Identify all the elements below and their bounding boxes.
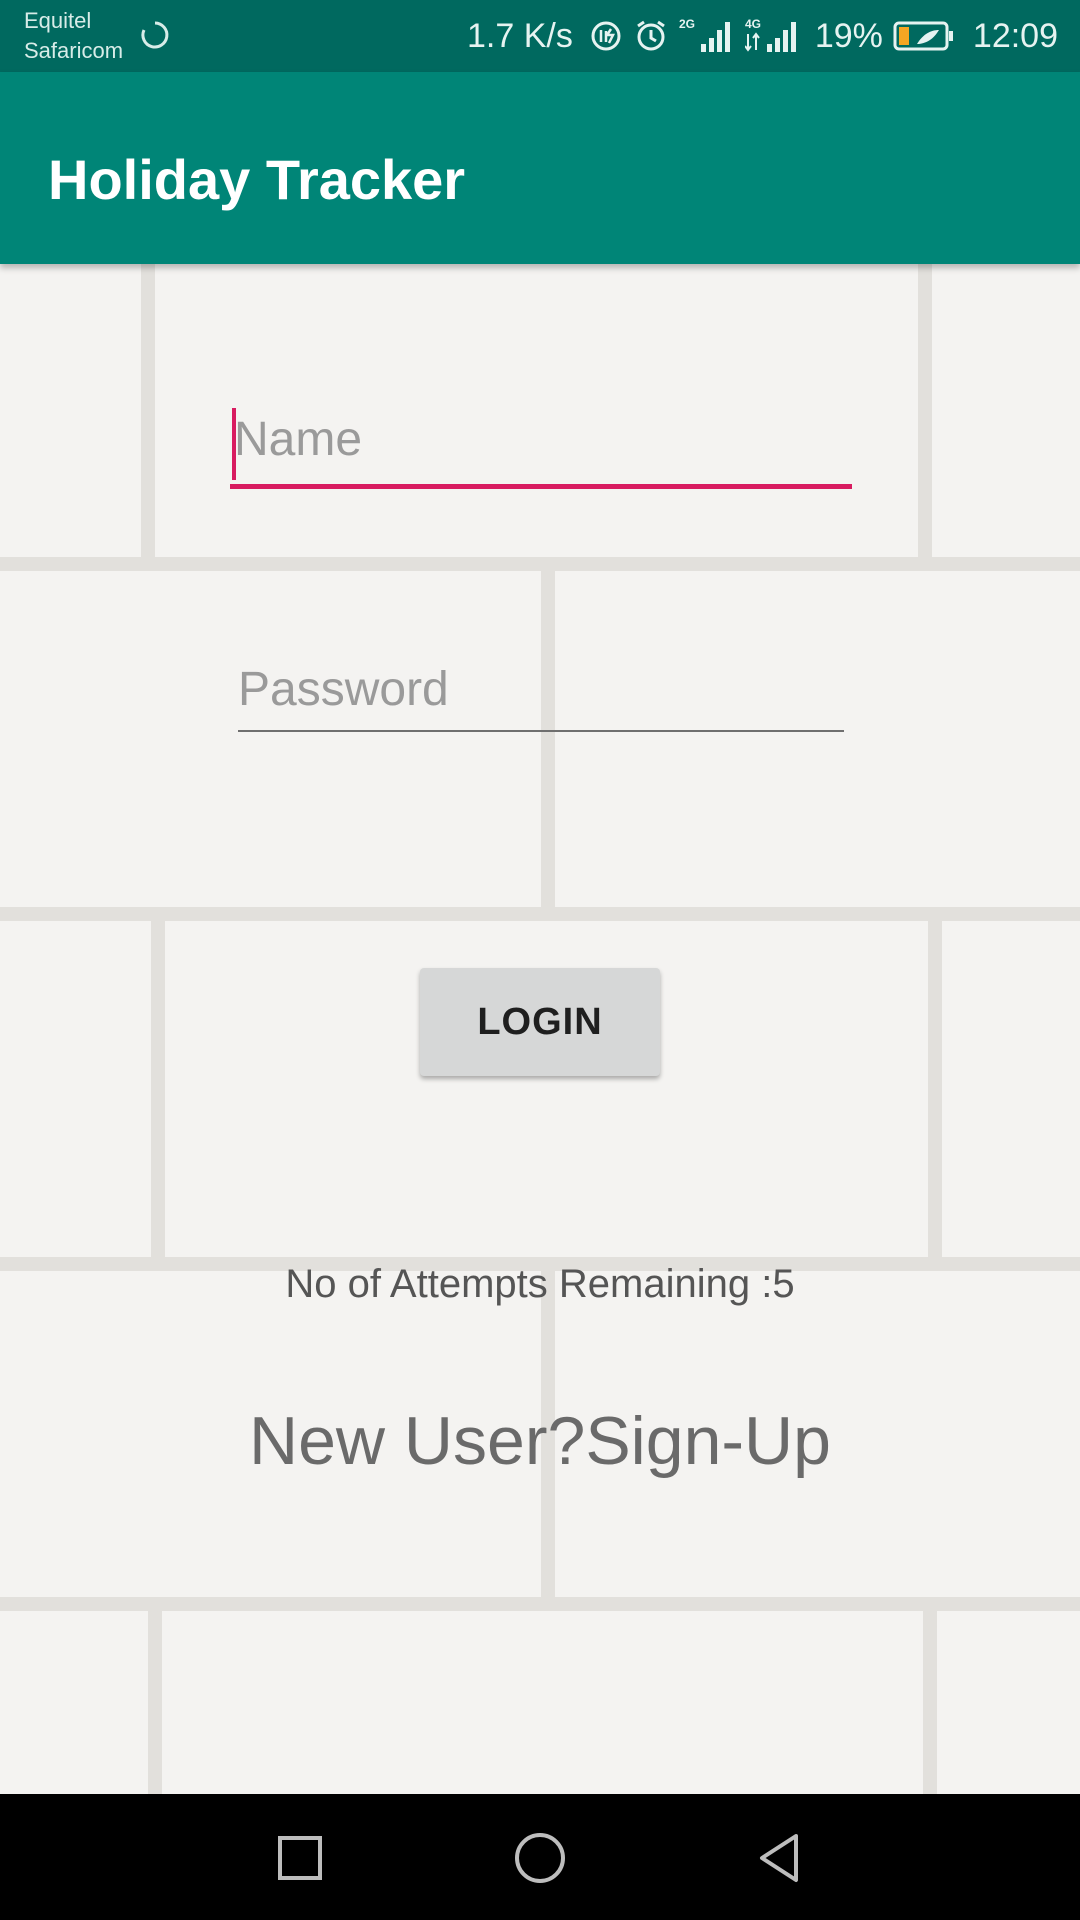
carrier-label: Equitel Safaricom — [24, 6, 123, 66]
battery-percent: 19% — [814, 16, 883, 55]
login-button[interactable]: LOGIN — [420, 968, 660, 1076]
back-triangle-icon[interactable] — [748, 1826, 812, 1890]
name-field[interactable]: Name — [230, 404, 852, 489]
signal-4g-icon: 4G — [744, 17, 796, 52]
battery-icon — [893, 21, 953, 51]
sync-icon — [141, 21, 169, 49]
app-title: Holiday Tracker — [48, 148, 466, 211]
home-circle-icon[interactable] — [508, 1826, 572, 1890]
alarm-icon — [637, 20, 665, 51]
status-bar: Equitel Safaricom 1.7 K/s 2G 4G 19% 12:0… — [0, 0, 1080, 72]
carrier-line-2: Safaricom — [24, 38, 124, 63]
password-field[interactable]: Password — [238, 654, 844, 732]
status-indicators: 1.7 K/s 2G 4G 19% 12:09 — [467, 0, 1058, 72]
recents-square-icon[interactable] — [268, 1826, 332, 1890]
signal-4g-label: 4G — [745, 17, 761, 31]
network-speed: 1.7 K/s — [467, 16, 573, 55]
navigation-bar — [0, 1794, 1080, 1920]
attempts-remaining-text: No of Attempts Remaining :5 — [285, 1262, 795, 1306]
clock: 12:09 — [972, 16, 1058, 55]
signal-2g-label: 2G — [679, 17, 695, 31]
data-saver-icon — [591, 21, 621, 51]
name-placeholder: Name — [234, 413, 363, 466]
app-bar: Holiday Tracker — [0, 72, 1080, 264]
login-screen: Name Password LOGIN No of Attempts Remai… — [0, 264, 1080, 1794]
carrier-line-1: Equitel — [24, 8, 92, 33]
password-placeholder: Password — [238, 663, 449, 716]
signal-2g-icon: 2G — [679, 17, 730, 52]
signup-link[interactable]: New User?Sign-Up — [0, 1402, 1080, 1480]
